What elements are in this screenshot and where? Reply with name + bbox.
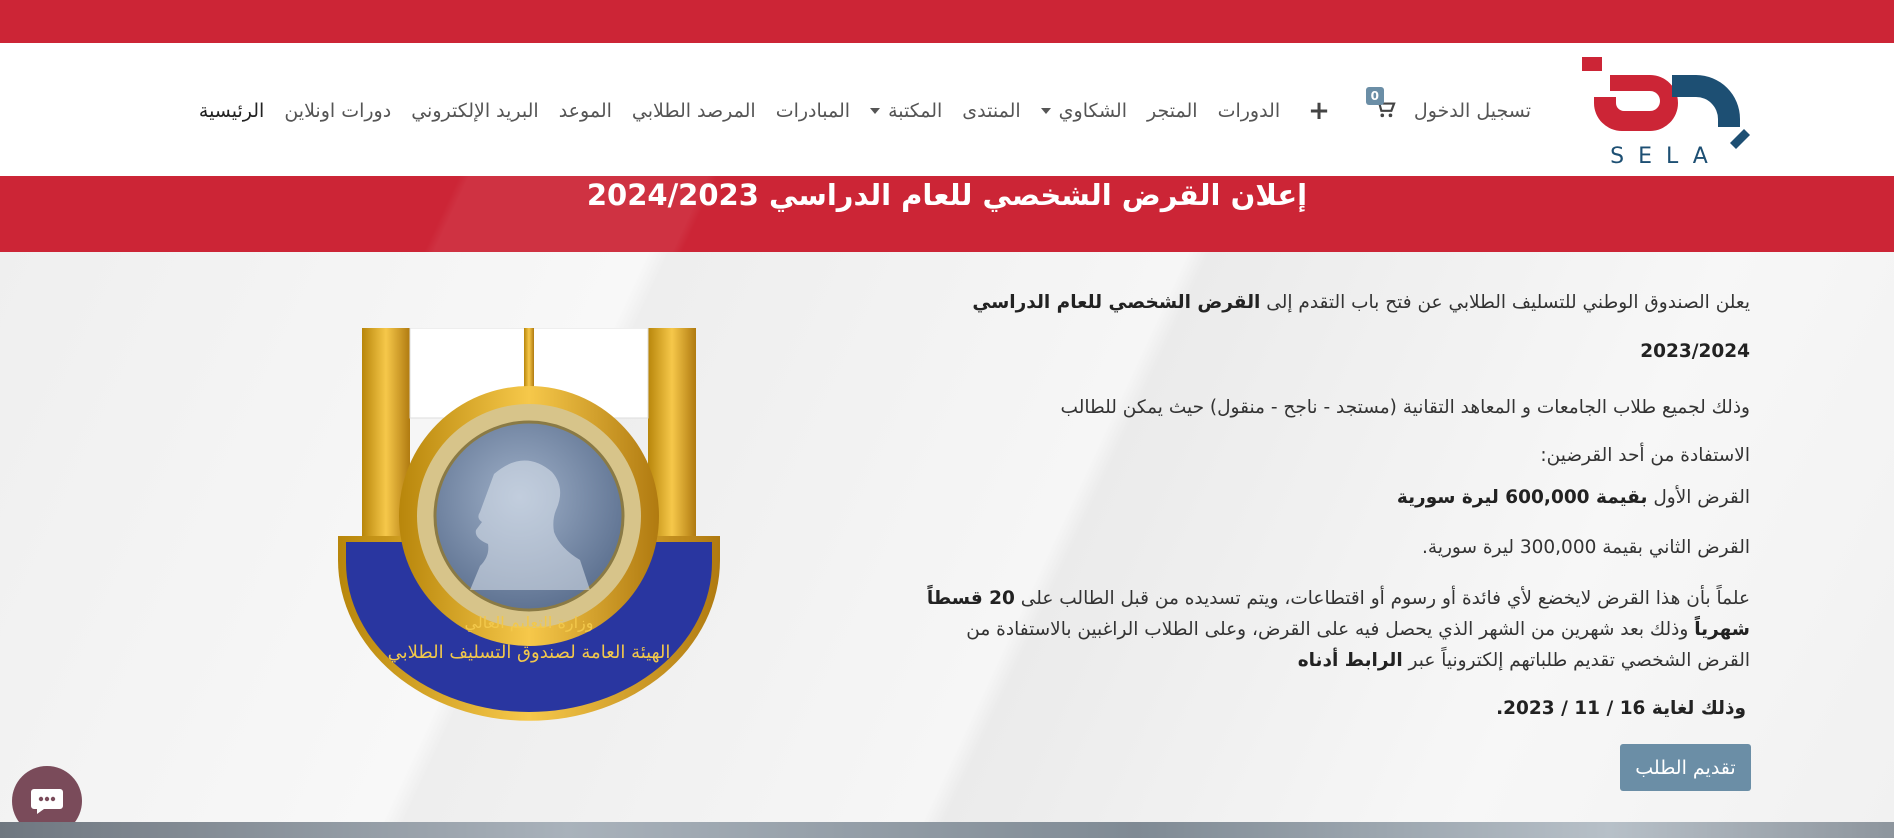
- cart-count-badge: 0: [1365, 87, 1384, 105]
- nav-label: البريد الإلكتروني: [411, 100, 539, 122]
- sela-logo[interactable]: SELA: [1580, 55, 1752, 169]
- nav-student-observatory[interactable]: المرصد الطلابي: [632, 100, 756, 122]
- nav-home[interactable]: الرئيسية: [199, 100, 264, 122]
- nav-label: الدورات: [1217, 100, 1281, 122]
- emblem-image: الهيئة العامة لصندوق التسليف الطلابي وزا…: [338, 327, 720, 724]
- chevron-down-icon: [870, 108, 881, 114]
- loan-first-label: القرض الأول: [1647, 487, 1750, 508]
- nav-complaints[interactable]: الشكاوي: [1040, 100, 1128, 122]
- terms-link-text: الرابط أدناه: [1297, 650, 1403, 671]
- nav-email[interactable]: البريد الإلكتروني: [411, 100, 539, 122]
- nav-forum[interactable]: المنتدى: [962, 100, 1020, 122]
- nav-label: المتجر: [1147, 100, 1198, 122]
- nav-appointment[interactable]: الموعد: [559, 100, 612, 122]
- nav-label: الشكاوي: [1058, 100, 1128, 122]
- chevron-down-icon: [1040, 108, 1051, 114]
- nav-label: دورات اونلاين: [284, 100, 392, 122]
- cart-button[interactable]: 0: [1365, 87, 1396, 123]
- paragraph-intro: يعلن الصندوق الوطني للتسليف الطلابي عن ف…: [972, 292, 1750, 313]
- page-title: إعلان القرض الشخصي للعام الدراسي 2024/20…: [586, 178, 1308, 212]
- intro-text: يعلن الصندوق الوطني للتسليف الطلابي عن ف…: [1260, 292, 1750, 313]
- nav-online-courses[interactable]: دورات اونلاين: [284, 100, 391, 122]
- nav-label: الرئيسية: [198, 100, 265, 122]
- navbar: SELA الرئيسية دورات اونلاين البريد الإلك…: [0, 43, 1894, 176]
- paragraph-options: الاستفادة من أحد القرضين:: [1540, 445, 1750, 466]
- logo-text: SELA: [1610, 144, 1722, 167]
- login-link[interactable]: تسجيل الدخول: [1414, 100, 1531, 122]
- nav-label: المنتدى: [962, 100, 1021, 122]
- deadline: وذلك لغاية 16 / 11 / 2023.: [1496, 698, 1746, 719]
- nav-courses[interactable]: الدورات: [1218, 100, 1281, 122]
- main-nav: الرئيسية دورات اونلاين البريد الإلكتروني…: [179, 87, 1531, 126]
- chat-bubble-icon: [31, 789, 63, 814]
- plus-icon[interactable]: +: [1308, 98, 1330, 124]
- loan-first-amount: بقيمة 600,000 ليرة سورية: [1396, 487, 1648, 508]
- academic-year: 2023/2024: [1640, 341, 1750, 362]
- nav-initiatives[interactable]: المبادرات: [776, 100, 850, 122]
- apply-button[interactable]: تقديم الطلب: [1620, 744, 1751, 791]
- nav-library[interactable]: المكتبة: [870, 100, 942, 122]
- paragraph-eligibility: وذلك لجميع طلاب الجامعات و المعاهد التقا…: [1060, 397, 1750, 418]
- paragraph-terms: علماً بأن هذا القرض لايخضع لأي فائدة أو …: [920, 583, 1750, 676]
- nav-store[interactable]: المتجر: [1147, 100, 1198, 122]
- nav-label: المبادرات: [775, 100, 851, 122]
- loan-second: القرض الثاني بقيمة 300,000 ليرة سورية.: [1422, 537, 1750, 558]
- top-color-strip: [0, 0, 1894, 43]
- footer-image-strip: [0, 822, 1894, 838]
- nav-label: المرصد الطلابي: [631, 100, 756, 122]
- loan-first: القرض الأول بقيمة 600,000 ليرة سورية: [1397, 487, 1750, 508]
- emblem-ministry-text: وزارة التعليم العالي: [465, 613, 594, 633]
- nav-label: المكتبة: [888, 100, 943, 122]
- nav-label: الموعد: [558, 100, 612, 122]
- intro-bold: القرض الشخصي للعام الدراسي: [972, 292, 1261, 313]
- emblem-ring-text: الهيئة العامة لصندوق التسليف الطلابي: [388, 642, 671, 663]
- terms-text-a: علماً بأن هذا القرض لايخضع لأي فائدة أو …: [1014, 588, 1750, 609]
